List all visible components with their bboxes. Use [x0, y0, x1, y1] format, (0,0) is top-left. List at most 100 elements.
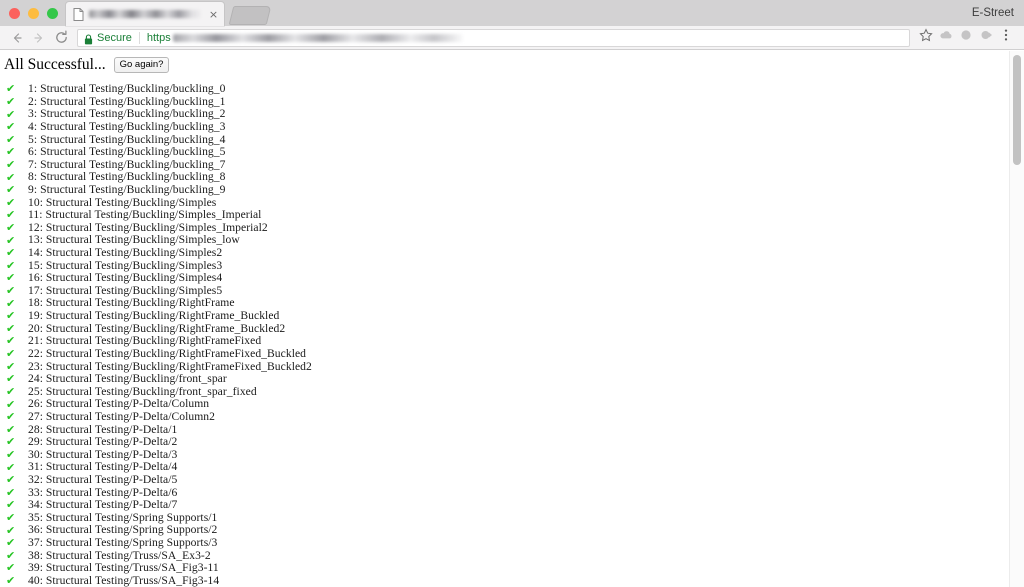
list-item: ✔ 37: Structural Testing/Spring Supports/…: [0, 536, 1024, 550]
list-item: ✔ 7: Structural Testing/Buckling/buckling…: [0, 158, 1024, 172]
scrollbar-thumb[interactable]: [1013, 55, 1021, 165]
go-again-button[interactable]: Go again?: [113, 56, 170, 73]
list-item: ✔ 24: Structural Testing/Buckling/front_s…: [0, 372, 1024, 386]
list-item: ✔ 15: Structural Testing/Buckling/Simples…: [0, 259, 1024, 273]
check-icon: ✔: [6, 120, 16, 134]
check-icon: ✔: [6, 536, 16, 550]
check-icon: ✔: [6, 107, 16, 121]
arrow-right-icon: [32, 31, 46, 45]
list-item: ✔ 4: Structural Testing/Buckling/buckling…: [0, 120, 1024, 134]
check-icon: ✔: [6, 384, 16, 398]
result-label: 33: Structural Testing/P-Delta/6: [28, 485, 178, 499]
check-icon: ✔: [6, 284, 16, 298]
list-item: ✔ 6: Structural Testing/Buckling/buckling…: [0, 145, 1024, 159]
list-item: ✔ 30: Structural Testing/P-Delta/3: [0, 447, 1024, 462]
bookmark-star-icon: [919, 28, 933, 47]
check-icon: ✔: [6, 523, 16, 537]
list-item: ✔ 26: Structural Testing/P-Delta/Column: [0, 397, 1024, 411]
minimize-window-button[interactable]: [28, 7, 39, 19]
result-label: 23: Structural Testing/Buckling/RightFra…: [28, 359, 312, 373]
result-label: 25: Structural Testing/Buckling/front_sp…: [28, 384, 257, 398]
result-label: 28: Structural Testing/P-Delta/1: [28, 422, 178, 436]
close-tab-icon[interactable]: ×: [207, 8, 220, 21]
check-icon: ✔: [6, 372, 16, 386]
profile-label[interactable]: E-Street: [972, 0, 1014, 26]
list-item: ✔ 18: Structural Testing/Buckling/RightFr…: [0, 297, 1024, 310]
close-window-button[interactable]: [9, 7, 20, 19]
check-icon: ✔: [6, 359, 16, 373]
result-label: 24: Structural Testing/Buckling/front_sp…: [28, 372, 227, 386]
lock-icon: [84, 32, 93, 45]
check-icon: ✔: [6, 183, 16, 197]
result-label: 6: Structural Testing/Buckling/buckling_…: [28, 145, 226, 159]
check-icon: ✔: [6, 397, 16, 411]
list-item: ✔ 33: Structural Testing/P-Delta/6: [0, 485, 1024, 500]
result-label: 11: Structural Testing/Buckling/Simples_…: [28, 208, 262, 222]
result-label: 39: Structural Testing/Truss/SA_Fig3-11: [28, 561, 219, 575]
result-label: 40: Structural Testing/Truss/SA_Fig3-14: [28, 573, 220, 587]
extension-pin-button[interactable]: [976, 28, 996, 48]
extension-drive-button[interactable]: [956, 28, 976, 48]
list-item: ✔ 36: Structural Testing/Spring Supports/…: [0, 524, 1024, 537]
check-icon: ✔: [6, 498, 16, 512]
bookmark-star-button[interactable]: [916, 28, 936, 48]
result-label: 27: Structural Testing/P-Delta/Column2: [28, 409, 216, 423]
result-label: 21: Structural Testing/Buckling/RightFra…: [28, 334, 262, 348]
result-label: 29: Structural Testing/P-Delta/2: [28, 435, 178, 449]
result-label: 37: Structural Testing/Spring Supports/3: [28, 536, 218, 550]
list-item: ✔ 5: Structural Testing/Buckling/buckling…: [0, 133, 1024, 146]
extension-drive-icon: [959, 28, 973, 47]
zoom-window-button[interactable]: [47, 7, 58, 19]
extension-pin-icon: [979, 28, 993, 47]
list-item: ✔ 23: Structural Testing/Buckling/RightFr…: [0, 360, 1024, 373]
new-tab-button[interactable]: [228, 6, 272, 25]
result-label: 12: Structural Testing/Buckling/Simples_…: [28, 220, 268, 234]
browser-tab[interactable]: ×: [66, 2, 224, 26]
check-icon: ✔: [6, 170, 16, 184]
result-label: 16: Structural Testing/Buckling/Simples4: [28, 271, 223, 285]
tab-strip: × E-Street: [0, 0, 1024, 26]
check-icon: ✔: [6, 208, 16, 222]
forward-button[interactable]: [28, 27, 50, 49]
check-icon: ✔: [6, 233, 16, 247]
list-item: ✔ 8: Structural Testing/Buckling/buckling…: [0, 170, 1024, 184]
more-menu-button[interactable]: [996, 28, 1016, 48]
list-item: ✔ 34: Structural Testing/P-Delta/7: [0, 498, 1024, 512]
list-item: ✔ 10: Structural Testing/Buckling/Simples: [0, 196, 1024, 209]
result-label: 34: Structural Testing/P-Delta/7: [28, 498, 178, 512]
document-icon: [73, 7, 84, 21]
list-item: ✔ 9: Structural Testing/Buckling/buckling…: [0, 183, 1024, 197]
extension-cloud-button[interactable]: [936, 28, 956, 48]
result-label: 38: Structural Testing/Truss/SA_Ex3-2: [28, 548, 211, 562]
check-icon: ✔: [6, 548, 16, 562]
check-icon: ✔: [6, 221, 16, 234]
list-item: ✔ 31: Structural Testing/P-Delta/4: [0, 460, 1024, 474]
result-label: 30: Structural Testing/P-Delta/3: [28, 447, 178, 461]
check-icon: ✔: [6, 435, 16, 449]
back-button[interactable]: [6, 27, 28, 49]
browser-window: × E-Street Secure https All Successful..…: [0, 0, 1024, 587]
list-item: ✔ 2: Structural Testing/Buckling/buckling…: [0, 95, 1024, 109]
check-icon: ✔: [6, 132, 16, 146]
list-item: ✔ 19: Structural Testing/Buckling/RightFr…: [0, 309, 1024, 323]
result-label: 36: Structural Testing/Spring Supports/2: [28, 523, 218, 537]
list-item: ✔ 1: Structural Testing/Buckling/buckling…: [0, 82, 1024, 96]
result-label: 18: Structural Testing/Buckling/RightFra…: [28, 296, 235, 310]
list-item: ✔ 25: Structural Testing/Buckling/front_s…: [0, 384, 1024, 399]
list-item: ✔ 38: Structural Testing/Truss/SA_Ex3-2: [0, 548, 1024, 563]
check-icon: ✔: [6, 347, 16, 361]
address-bar[interactable]: Secure https: [77, 28, 910, 47]
list-item: ✔ 16: Structural Testing/Buckling/Simples…: [0, 271, 1024, 285]
result-label: 20: Structural Testing/Buckling/RightFra…: [28, 321, 286, 335]
list-item: ✔ 13: Structural Testing/Buckling/Simples…: [0, 233, 1024, 247]
page-title: All Successful...: [4, 55, 106, 73]
list-item: ✔ 21: Structural Testing/Buckling/RightFr…: [0, 334, 1024, 348]
reload-button[interactable]: [50, 27, 72, 49]
list-item: ✔ 20: Structural Testing/Buckling/RightFr…: [0, 321, 1024, 336]
page-scrollbar[interactable]: [1009, 51, 1024, 587]
check-icon: ✔: [6, 410, 16, 424]
list-item: ✔ 11: Structural Testing/Buckling/Simples…: [0, 208, 1024, 222]
check-icon: ✔: [6, 246, 16, 260]
security-status-label: Secure: [97, 31, 132, 44]
check-icon: ✔: [6, 473, 16, 487]
